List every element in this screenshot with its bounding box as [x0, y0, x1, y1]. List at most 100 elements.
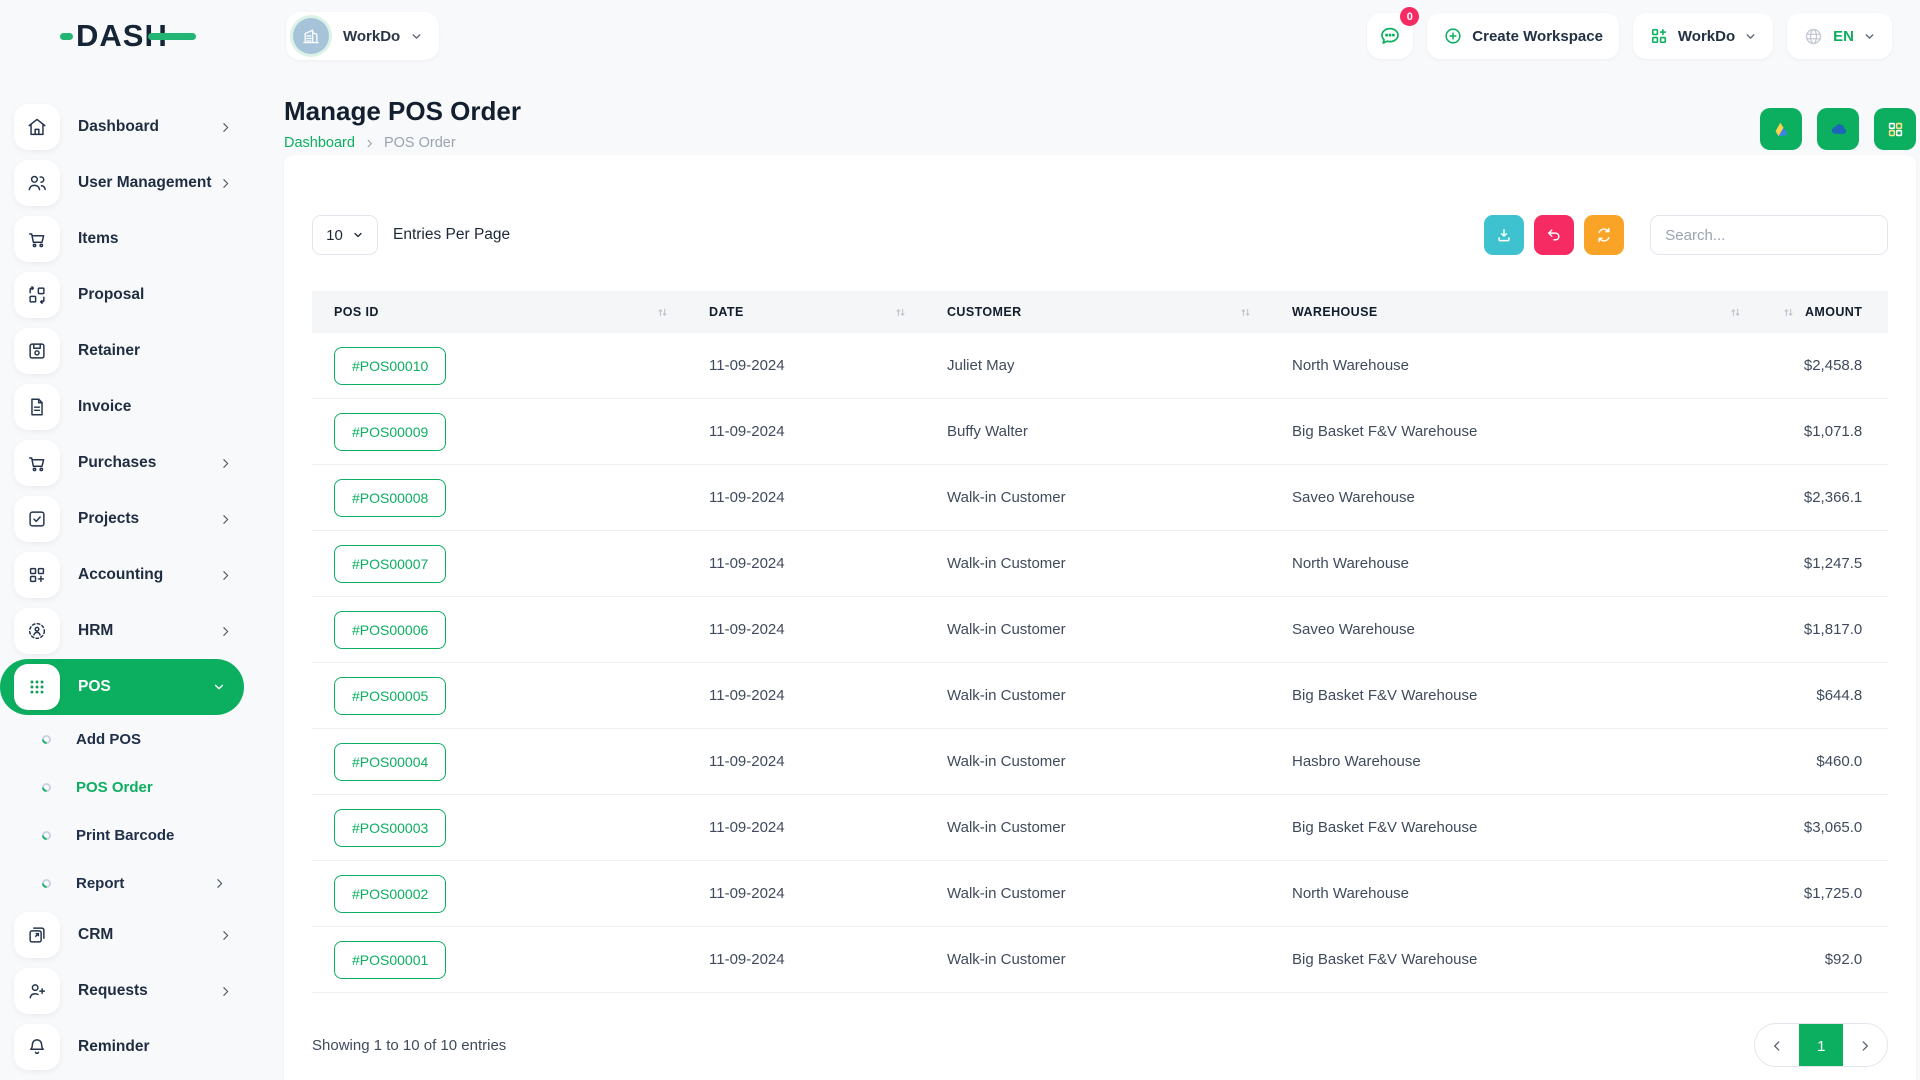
- cart-icon: [26, 228, 48, 250]
- table-row: #POS00003 11-09-2024 Walk-in Customer Bi…: [312, 795, 1888, 861]
- pos-id-link[interactable]: #POS00005: [334, 677, 446, 715]
- sidebar-subitem-report[interactable]: Report: [0, 859, 258, 907]
- sidebar-subitem-pos-order[interactable]: POS Order: [0, 763, 258, 811]
- onedrive-icon: [1827, 118, 1850, 141]
- sidebar-item-dashboard[interactable]: Dashboard: [0, 99, 258, 155]
- cell-amount: $644.8: [1760, 687, 1888, 704]
- cell-amount: $1,725.0: [1760, 885, 1888, 902]
- invoice-icon: [26, 396, 48, 418]
- column-header-pos-id[interactable]: POS ID: [312, 305, 687, 319]
- sort-icon: [894, 306, 907, 319]
- pos-id-link[interactable]: #POS00008: [334, 479, 446, 517]
- sidebar-item-retainer[interactable]: Retainer: [0, 323, 258, 379]
- workspace-selector[interactable]: WorkDo: [286, 12, 439, 60]
- pos-id-link[interactable]: #POS00010: [334, 347, 446, 385]
- chevron-right-icon: [1858, 1039, 1872, 1053]
- sidebar-item-items[interactable]: Items: [0, 211, 258, 267]
- sidebar-item-projects[interactable]: Projects: [0, 491, 258, 547]
- sort-icon: [656, 306, 669, 319]
- sidebar-item-invoice[interactable]: Invoice: [0, 379, 258, 435]
- table-header-row: POS ID DATE CUSTOMER WAREHOUSE AM: [312, 291, 1888, 333]
- pagination-page-1[interactable]: 1: [1799, 1024, 1843, 1067]
- cell-date: 11-09-2024: [687, 621, 925, 638]
- apps-grid-button[interactable]: [1874, 108, 1916, 150]
- pos-id-link[interactable]: #POS00002: [334, 875, 446, 913]
- table-row: #POS00009 11-09-2024 Buffy Walter Big Ba…: [312, 399, 1888, 465]
- pos-id-link[interactable]: #POS00001: [334, 941, 446, 979]
- cell-customer: Walk-in Customer: [925, 885, 1270, 902]
- messages-count-badge: 0: [1400, 7, 1419, 26]
- cell-customer: Walk-in Customer: [925, 819, 1270, 836]
- pos-id-link[interactable]: #POS00007: [334, 545, 446, 583]
- logo-bar-accent: [148, 33, 196, 40]
- breadcrumb-dashboard-link[interactable]: Dashboard: [284, 135, 355, 151]
- cell-date: 11-09-2024: [687, 753, 925, 770]
- sidebar-item-requests[interactable]: Requests: [0, 963, 258, 1019]
- globe-icon: [1803, 26, 1824, 47]
- sort-icon: [1729, 306, 1742, 319]
- export-download-button[interactable]: [1484, 215, 1524, 255]
- chevron-right-icon: [213, 877, 226, 890]
- sidebar-item-purchases[interactable]: Purchases: [0, 435, 258, 491]
- cell-warehouse: Big Basket F&V Warehouse: [1270, 819, 1760, 836]
- google-drive-button[interactable]: [1760, 108, 1802, 150]
- table-row: #POS00007 11-09-2024 Walk-in Customer No…: [312, 531, 1888, 597]
- column-header-warehouse[interactable]: WAREHOUSE: [1270, 305, 1760, 319]
- home-icon: [26, 116, 48, 138]
- sidebar-item-user-management[interactable]: User Management: [0, 155, 258, 211]
- sort-icon: [1782, 306, 1795, 319]
- page-title: Manage POS Order: [284, 96, 521, 127]
- pagination-next-button[interactable]: [1843, 1024, 1887, 1067]
- workdo-menu-button[interactable]: WorkDo: [1633, 13, 1773, 59]
- cell-date: 11-09-2024: [687, 687, 925, 704]
- pos-id-link[interactable]: #POS00006: [334, 611, 446, 649]
- grid-icon: [1886, 120, 1905, 139]
- create-workspace-button[interactable]: Create Workspace: [1427, 13, 1619, 59]
- refresh-button[interactable]: [1584, 215, 1624, 255]
- cell-warehouse: Hasbro Warehouse: [1270, 753, 1760, 770]
- pos-order-card: 10 Entries Per Page: [284, 155, 1916, 1080]
- onedrive-button[interactable]: [1817, 108, 1859, 150]
- bullet-icon: [40, 877, 53, 890]
- cell-amount: $2,458.8: [1760, 357, 1888, 374]
- plus-circle-icon: [1443, 26, 1463, 46]
- sidebar-subitem-print-barcode[interactable]: Print Barcode: [0, 811, 258, 859]
- table-row: #POS00008 11-09-2024 Walk-in Customer Sa…: [312, 465, 1888, 531]
- create-workspace-label: Create Workspace: [1472, 28, 1603, 45]
- table-row: #POS00001 11-09-2024 Walk-in Customer Bi…: [312, 927, 1888, 993]
- sidebar-item-crm[interactable]: CRM: [0, 907, 258, 963]
- chevron-right-icon: [219, 985, 232, 998]
- sidebar-subitem-add-pos[interactable]: Add POS: [0, 715, 258, 763]
- pos-id-link[interactable]: #POS00003: [334, 809, 446, 847]
- column-header-amount[interactable]: AMOUNT: [1760, 305, 1888, 319]
- search-input[interactable]: [1650, 215, 1888, 255]
- sidebar-item-accounting[interactable]: Accounting: [0, 547, 258, 603]
- table-row: #POS00002 11-09-2024 Walk-in Customer No…: [312, 861, 1888, 927]
- grid-plus-icon: [1649, 26, 1669, 46]
- pos-id-link[interactable]: #POS00004: [334, 743, 446, 781]
- sidebar-item-proposal[interactable]: Proposal: [0, 267, 258, 323]
- sidebar-item-reminder[interactable]: Reminder: [0, 1019, 258, 1075]
- sidebar-item-pos[interactable]: POS: [0, 659, 244, 715]
- cell-customer: Walk-in Customer: [925, 621, 1270, 638]
- refresh-icon: [1595, 226, 1613, 244]
- proposal-icon: [26, 284, 48, 306]
- retainer-icon: [26, 340, 48, 362]
- user-plus-icon: [26, 980, 48, 1002]
- entries-per-page-select[interactable]: 10: [312, 215, 378, 255]
- language-selector[interactable]: EN: [1787, 13, 1892, 59]
- pagination-prev-button[interactable]: [1755, 1024, 1799, 1067]
- cell-date: 11-09-2024: [687, 819, 925, 836]
- breadcrumb: Dashboard POS Order: [284, 135, 521, 151]
- chevron-right-icon: [219, 569, 232, 582]
- pos-id-link[interactable]: #POS00009: [334, 413, 446, 451]
- undo-button[interactable]: [1534, 215, 1574, 255]
- column-header-date[interactable]: DATE: [687, 305, 925, 319]
- column-header-customer[interactable]: CUSTOMER: [925, 305, 1270, 319]
- chat-icon: [1378, 24, 1402, 48]
- messages-button[interactable]: 0: [1367, 13, 1413, 59]
- logo-dash-accent: [60, 33, 73, 40]
- sidebar-item-hrm[interactable]: HRM: [0, 603, 258, 659]
- google-drive-icon: [1771, 119, 1792, 140]
- entries-per-page-label: Entries Per Page: [393, 226, 510, 244]
